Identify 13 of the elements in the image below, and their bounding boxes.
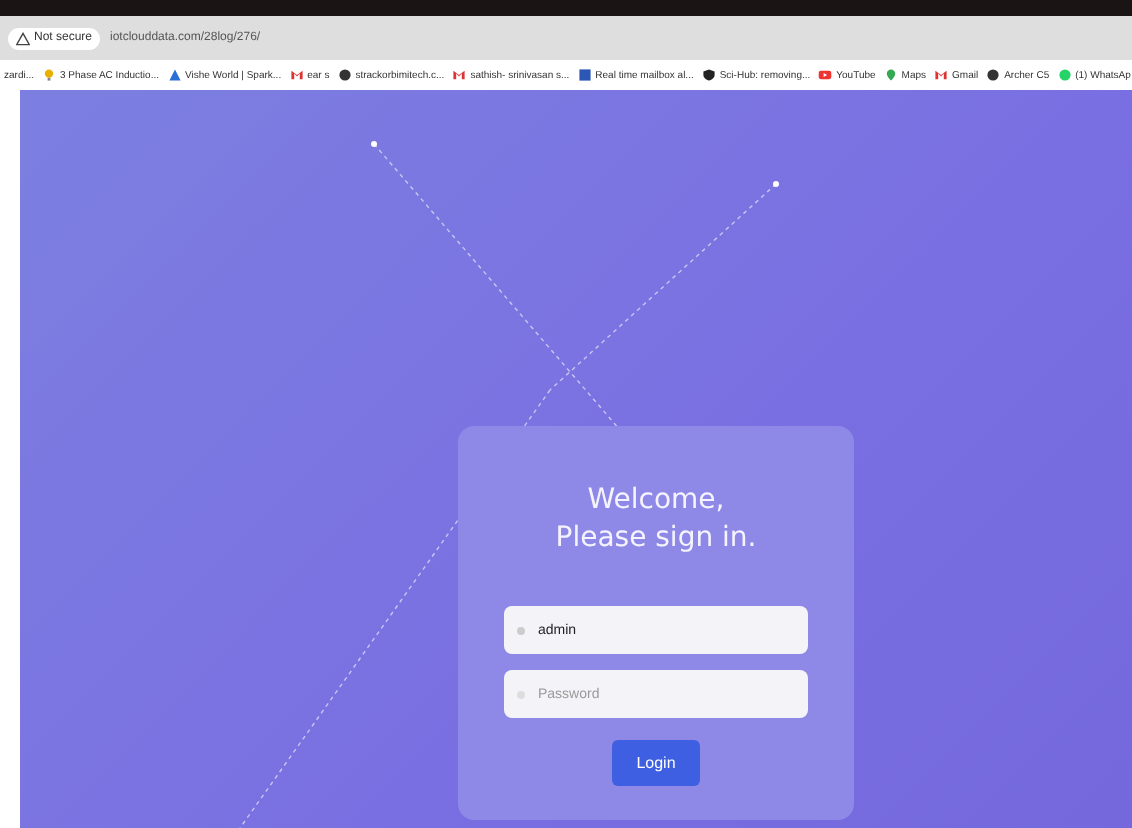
triangle-icon	[167, 68, 181, 82]
mail-icon	[289, 68, 304, 82]
welcome-title: Welcome,	[587, 482, 725, 520]
warning-icon	[16, 31, 30, 45]
shield-icon	[701, 68, 716, 82]
video-icon	[818, 68, 833, 82]
pin-icon	[883, 68, 898, 82]
mail-icon	[452, 68, 467, 82]
mail-icon	[934, 68, 949, 82]
square-icon	[577, 68, 592, 82]
sign-in-subtitle: Please sign in.	[555, 520, 757, 558]
login-button[interactable]: Login	[612, 740, 700, 786]
bulb-icon	[42, 68, 57, 82]
